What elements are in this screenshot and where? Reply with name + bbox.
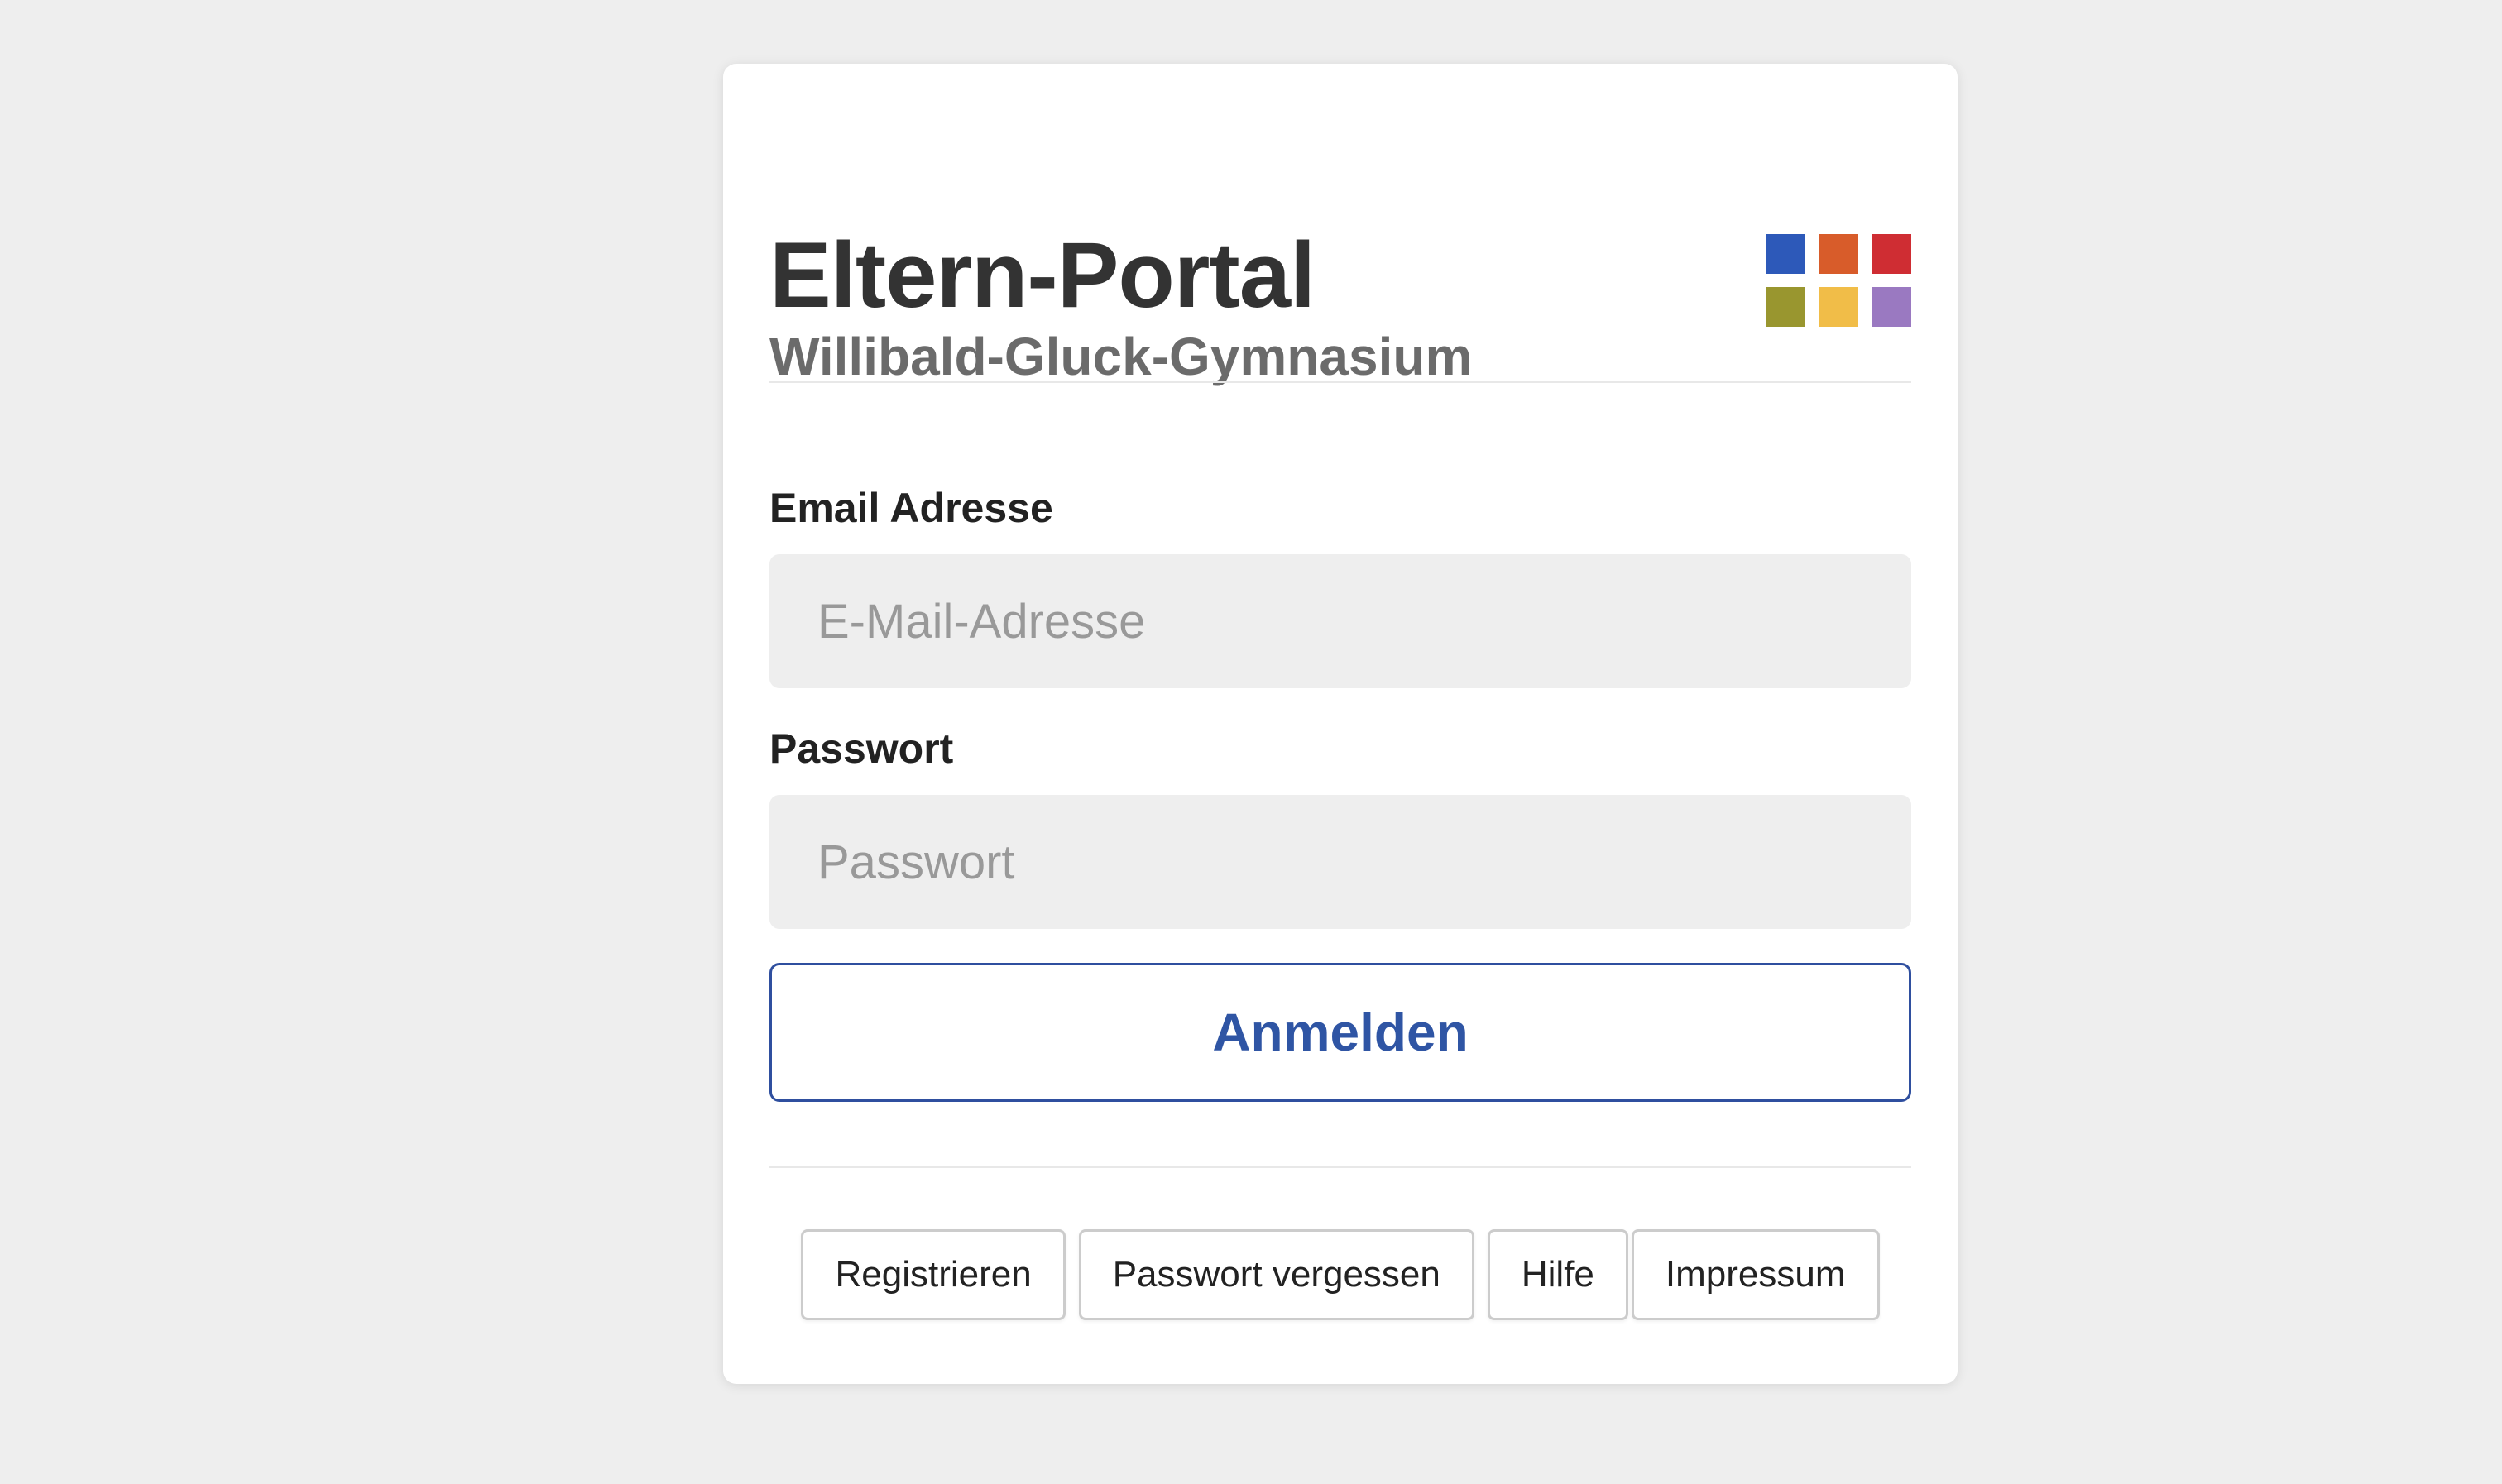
register-button[interactable]: Registrieren (801, 1229, 1066, 1320)
forgot-password-button[interactable]: Passwort vergessen (1078, 1229, 1474, 1320)
email-field[interactable] (769, 554, 1911, 688)
logo-square-olive (1766, 287, 1805, 327)
password-field[interactable] (769, 795, 1911, 929)
logo-square-yellow (1819, 287, 1858, 327)
logo-square-red (1872, 234, 1911, 274)
logo-square-purple (1872, 287, 1911, 327)
portal-logo-icon (1766, 234, 1911, 327)
imprint-button[interactable]: Impressum (1631, 1229, 1880, 1320)
logo-square-blue (1766, 234, 1805, 274)
logo-square-orange (1819, 234, 1858, 274)
login-button[interactable]: Anmelden (769, 963, 1911, 1102)
school-name: Willibald-Gluck-Gymnasium (769, 327, 1473, 386)
footer-divider (769, 1166, 1911, 1168)
footer-links: Registrieren Passwort vergessen Hilfe Im… (723, 1228, 1958, 1321)
email-label: Email Adresse (769, 485, 1053, 531)
portal-header: Eltern-Portal Willibald-Gluck-Gymnasium (769, 163, 1911, 383)
help-button[interactable]: Hilfe (1487, 1229, 1628, 1320)
header-divider (769, 381, 1911, 383)
page-title: Eltern-Portal (769, 223, 1316, 327)
login-card: Eltern-Portal Willibald-Gluck-Gymnasium … (723, 64, 1958, 1384)
password-label: Passwort (769, 725, 954, 772)
